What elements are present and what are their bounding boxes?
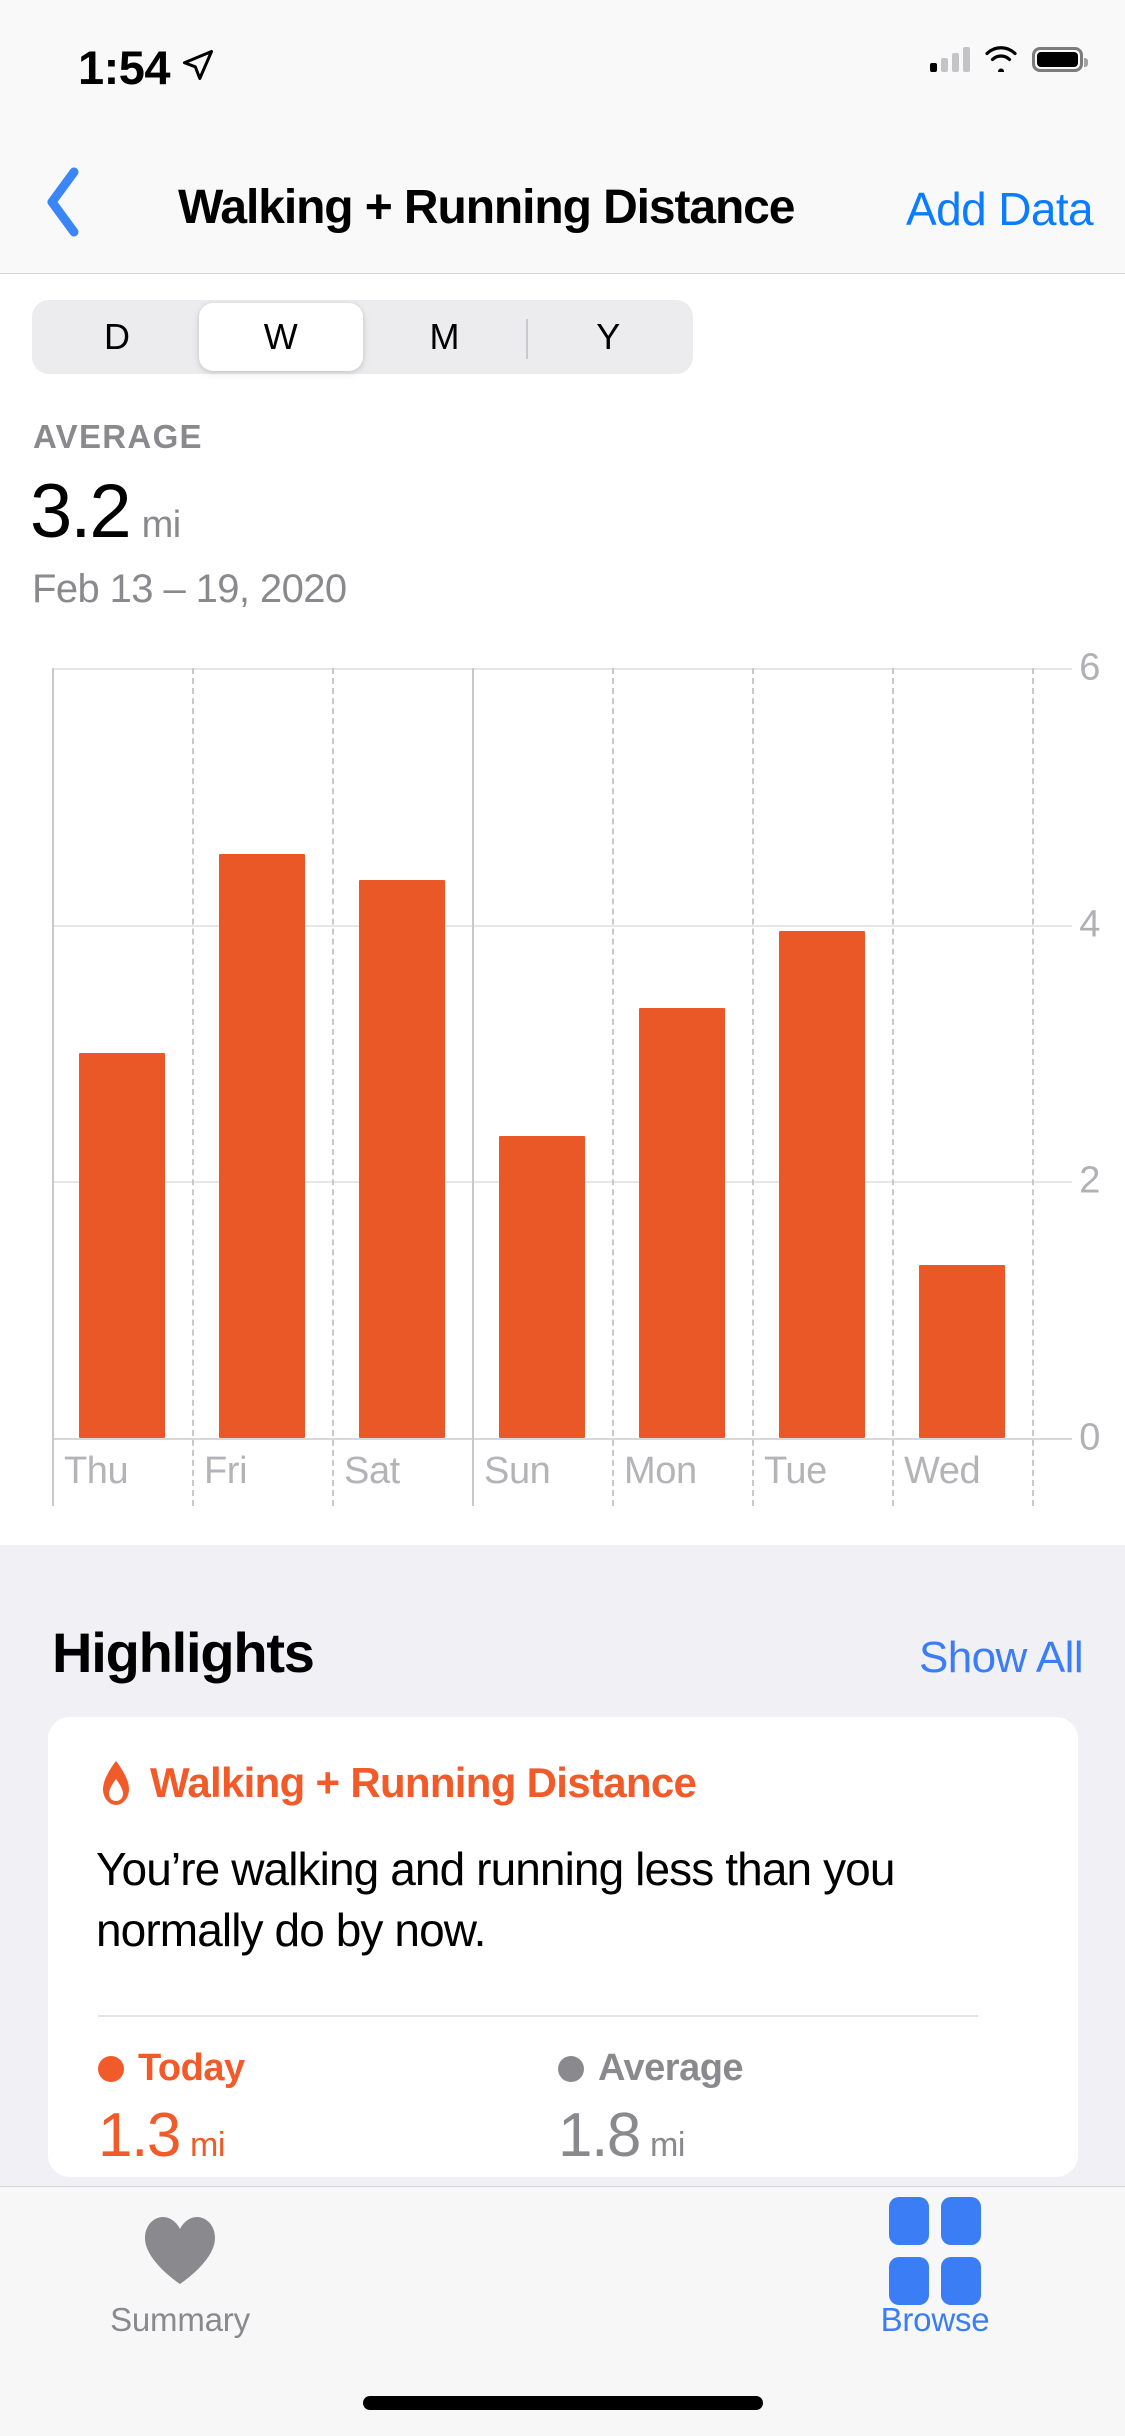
- chart-day-separator: [1032, 668, 1034, 1506]
- chart-day-separator: [752, 668, 754, 1506]
- chart-gridline: [52, 924, 1072, 927]
- chart-bar[interactable]: [78, 1053, 166, 1438]
- highlight-stats: Today 1.3 mi Average 1.8 mi: [98, 2047, 1018, 2171]
- chart-y-tick-label: 6: [1079, 646, 1100, 689]
- heart-icon: [141, 2205, 219, 2297]
- average-unit: mi: [141, 504, 182, 546]
- stat-today-header: Today: [98, 2047, 558, 2090]
- tab-browse[interactable]: Browse: [785, 2197, 1085, 2365]
- battery-icon: [1032, 46, 1088, 72]
- grid-icon: [889, 2197, 981, 2305]
- stat-today: Today 1.3 mi: [98, 2047, 558, 2171]
- stat-today-value-row: 1.3 mi: [98, 2100, 558, 2171]
- stat-average-value-row: 1.8 mi: [558, 2100, 1018, 2171]
- chart-x-tick-label: Wed: [904, 1450, 981, 1492]
- page-title: Walking + Running Distance: [178, 181, 795, 234]
- highlight-category: Walking + Running Distance: [150, 1759, 697, 1806]
- chart-bar[interactable]: [358, 879, 446, 1438]
- segment-w[interactable]: W: [198, 303, 363, 371]
- chart-y-tick-label: 0: [1079, 1416, 1100, 1459]
- segment-divider: [526, 319, 529, 359]
- chart-plot-area: 0 2 4 6: [52, 647, 1100, 1506]
- chart-bar[interactable]: [498, 1136, 586, 1438]
- status-bar-indicators: [930, 46, 1088, 72]
- highlights-section: Highlights Show All Walking + Running Di…: [0, 1545, 1125, 2205]
- tab-summary[interactable]: Summary: [30, 2205, 330, 2365]
- date-range: Feb 13 – 19, 2020: [32, 567, 347, 611]
- chart-day-separator: [612, 668, 614, 1506]
- chart-x-axis-labels: Thu Fri Sat Sun Mon Tue Wed: [52, 1450, 1032, 1520]
- chart-bar[interactable]: [778, 931, 866, 1438]
- highlight-message: You’re walking and running less than you…: [96, 1843, 895, 1957]
- chart-x-tick-label: Mon: [624, 1450, 697, 1492]
- chart-gridline: [52, 1438, 1072, 1440]
- segment-y[interactable]: Y: [526, 303, 690, 371]
- chart-bar[interactable]: [638, 1008, 726, 1438]
- chart-day-separator: [192, 668, 194, 1506]
- highlight-card-header: Walking + Running Distance: [98, 1759, 697, 1807]
- gray-dot-icon: [558, 2055, 584, 2082]
- chart-gridline: [52, 668, 1072, 670]
- card-divider: [98, 2015, 978, 2017]
- chart-x-tick-label: Sat: [344, 1450, 400, 1492]
- flame-icon: [103, 1761, 129, 1805]
- chart-bar[interactable]: [918, 1264, 1006, 1438]
- chart-day-separator: [332, 668, 334, 1506]
- stat-today-unit: mi: [190, 2126, 226, 2164]
- status-bar-time: 1:54: [78, 41, 171, 94]
- average-value-row: 3.2 mi: [30, 468, 181, 555]
- chart-axis-line: [52, 668, 54, 1506]
- chart-bar[interactable]: [218, 854, 306, 1438]
- stat-average-label: Average: [598, 2047, 744, 2089]
- chevron-left-icon: [47, 167, 79, 237]
- chart-x-tick-label: Sun: [484, 1450, 551, 1492]
- wifi-icon: [985, 46, 1017, 72]
- tab-bar: Summary Browse: [0, 2186, 1125, 2436]
- time-range-segmented-control[interactable]: D W M Y: [32, 300, 693, 374]
- chart-y-tick-label: 4: [1079, 903, 1100, 946]
- status-bar: 1:54: [0, 0, 1125, 132]
- show-all-button[interactable]: Show All: [919, 1633, 1084, 1683]
- segment-m[interactable]: M: [363, 303, 527, 371]
- segment-y-label: Y: [596, 316, 620, 357]
- orange-dot-icon: [98, 2055, 124, 2082]
- average-value: 3.2: [30, 469, 132, 554]
- highlights-title: Highlights: [52, 1621, 315, 1684]
- stat-today-value: 1.3: [98, 2101, 181, 2170]
- stat-average-header: Average: [558, 2047, 1018, 2090]
- chart-x-tick-label: Fri: [204, 1450, 248, 1492]
- chart-x-tick-label: Thu: [64, 1450, 129, 1492]
- cellular-signal-icon: [930, 46, 970, 72]
- tab-summary-label: Summary: [110, 2301, 250, 2338]
- chart-day-separator: [472, 668, 474, 1506]
- stat-today-label: Today: [138, 2047, 245, 2089]
- average-label: AVERAGE: [33, 418, 203, 455]
- chart-x-tick-label: Tue: [764, 1450, 827, 1492]
- location-arrow-icon: [183, 50, 213, 80]
- back-button[interactable]: [18, 156, 108, 248]
- segment-d[interactable]: D: [35, 303, 199, 371]
- health-app-screen: 1:54 Walking + Running Distance Add Data…: [0, 0, 1125, 2436]
- highlight-card[interactable]: Walking + Running Distance You’re walkin…: [48, 1717, 1078, 2177]
- stat-average-unit: mi: [650, 2126, 686, 2164]
- tab-browse-label: Browse: [880, 2301, 990, 2338]
- chart-y-tick-label: 2: [1079, 1159, 1100, 1202]
- stat-average-value: 1.8: [558, 2101, 641, 2170]
- navigation-bar: Walking + Running Distance Add Data: [0, 132, 1125, 274]
- home-indicator: [362, 2396, 763, 2410]
- stat-average: Average 1.8 mi: [558, 2047, 1018, 2171]
- add-data-button[interactable]: Add Data: [906, 182, 1094, 236]
- chart-day-separator: [892, 668, 894, 1506]
- distance-bar-chart[interactable]: 0 2 4 6 Thu Fri Sat Sun Mon Tue Wed: [0, 647, 1125, 1506]
